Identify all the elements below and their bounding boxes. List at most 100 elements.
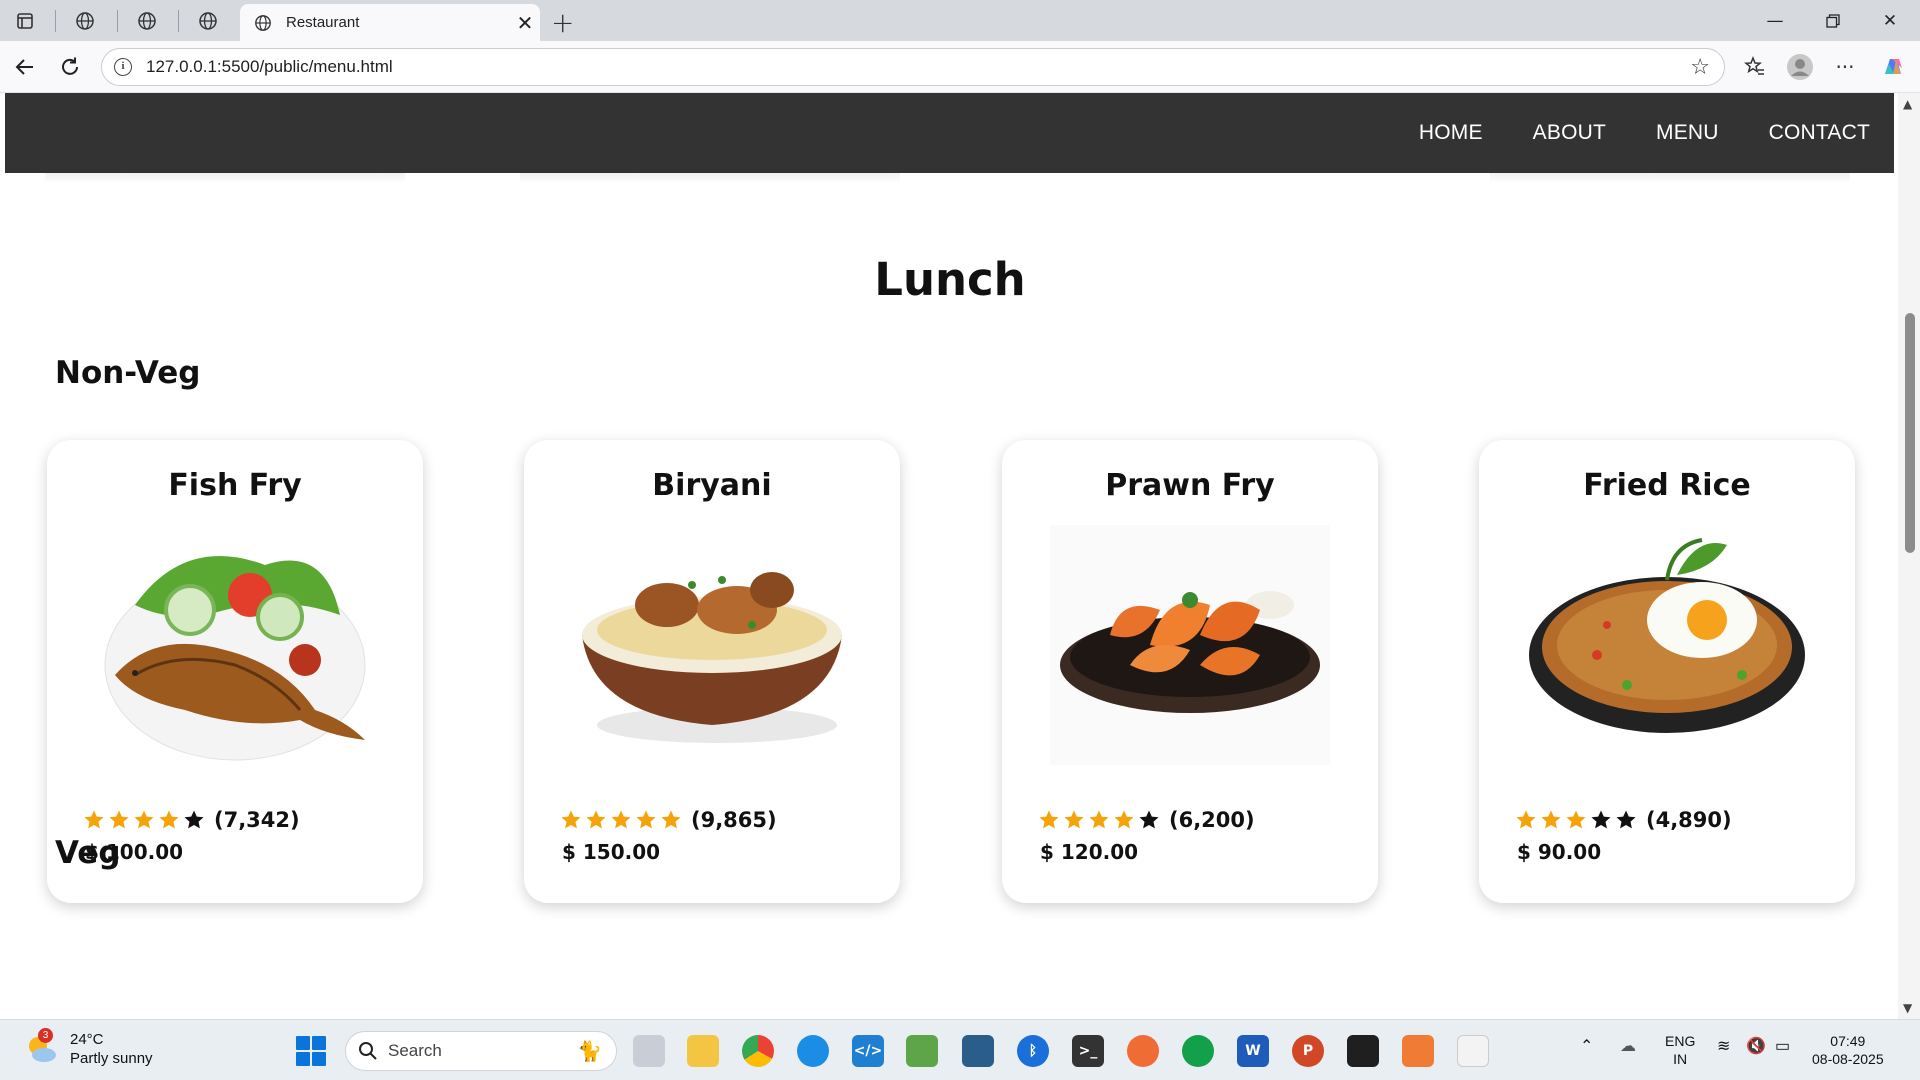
battery-icon[interactable]: ▭ bbox=[1775, 1038, 1790, 1056]
star-filled-icon bbox=[134, 810, 154, 829]
review-count: (7,342) bbox=[214, 808, 300, 832]
copilot-icon[interactable] bbox=[1878, 52, 1908, 82]
price: $ 120.00 bbox=[1040, 840, 1139, 864]
rating-row: (7,342) bbox=[83, 808, 300, 832]
prawn-fry-image bbox=[1050, 525, 1330, 765]
windows-start-icon[interactable] bbox=[296, 1036, 326, 1066]
mongodb-compass-icon[interactable] bbox=[1182, 1035, 1214, 1067]
partly-sunny-icon: 3 bbox=[24, 1028, 58, 1066]
profile-avatar-icon[interactable] bbox=[1785, 52, 1815, 82]
region-code: IN bbox=[1673, 1051, 1688, 1067]
file-explorer-icon[interactable] bbox=[687, 1035, 719, 1067]
clock[interactable]: 07:49 08-08-2025 bbox=[1812, 1032, 1884, 1068]
xampp-icon[interactable] bbox=[1402, 1035, 1434, 1067]
more-options-icon[interactable]: ··· bbox=[1830, 52, 1860, 82]
bluetooth-icon[interactable]: ᛒ bbox=[1017, 1035, 1049, 1067]
reload-icon[interactable] bbox=[55, 52, 85, 82]
star-rating bbox=[1515, 809, 1640, 831]
image-editor-icon[interactable] bbox=[906, 1035, 938, 1067]
favorite-star-icon[interactable]: ☆ bbox=[1690, 55, 1710, 80]
new-tab-button[interactable]: + bbox=[551, 6, 574, 39]
review-count: (6,200) bbox=[1169, 808, 1255, 832]
chevron-up-icon[interactable]: ⌃ bbox=[1580, 1038, 1593, 1056]
search-icon bbox=[359, 1042, 377, 1060]
nav-contact-link[interactable]: CONTACT bbox=[1769, 121, 1870, 145]
menu-card[interactable]: Biryani (9,865) $ 150.00 bbox=[524, 440, 900, 903]
star-empty-icon bbox=[184, 810, 204, 829]
postman-icon[interactable] bbox=[1127, 1035, 1159, 1067]
close-tab-icon[interactable]: ✕ bbox=[510, 11, 540, 35]
taskbar-search[interactable]: Search 🐈 bbox=[345, 1031, 617, 1071]
nav-menu-link[interactable]: MENU bbox=[1656, 121, 1719, 145]
price: $ 90.00 bbox=[1517, 840, 1602, 864]
back-arrow-icon[interactable] bbox=[10, 52, 40, 82]
page-scrollbar[interactable]: ▲ ▼ bbox=[1898, 93, 1920, 1019]
star-empty-icon bbox=[1139, 810, 1159, 829]
restore-icon[interactable] bbox=[1805, 6, 1861, 36]
pinned-tab-globe-icon[interactable] bbox=[134, 8, 160, 34]
star-filled-icon bbox=[586, 810, 606, 829]
globe-icon bbox=[255, 14, 271, 31]
star-filled-icon bbox=[611, 810, 631, 829]
edge-icon[interactable] bbox=[797, 1035, 829, 1067]
star-rating bbox=[560, 809, 685, 831]
nav-home-link[interactable]: HOME bbox=[1419, 121, 1483, 145]
wifi-icon[interactable]: ≋ bbox=[1717, 1038, 1730, 1056]
word-icon[interactable]: W bbox=[1237, 1035, 1269, 1067]
mysql-workbench-icon[interactable] bbox=[962, 1035, 994, 1067]
powerpoint-icon[interactable]: P bbox=[1292, 1035, 1324, 1067]
url-text[interactable]: 127.0.0.1:5500/public/menu.html bbox=[146, 57, 1690, 77]
biryani-image bbox=[582, 572, 842, 743]
task-view-icon[interactable] bbox=[633, 1035, 665, 1067]
tab-title: Restaurant bbox=[286, 14, 360, 31]
scrollbar-thumb[interactable] bbox=[1905, 313, 1915, 553]
active-tab[interactable]: Restaurant ✕ bbox=[240, 4, 540, 41]
star-filled-icon bbox=[1114, 810, 1134, 829]
star-filled-icon bbox=[1516, 810, 1536, 829]
favorites-icon[interactable] bbox=[1740, 52, 1770, 82]
site-navbar: HOME ABOUT MENU CONTACT bbox=[5, 93, 1894, 173]
star-rating bbox=[83, 809, 208, 831]
rating-row: (9,865) bbox=[560, 808, 777, 832]
menu-card[interactable]: Fish Fry (7,342) $ 100.00 bbox=[47, 440, 423, 903]
dish-name: Fried Rice bbox=[1583, 468, 1751, 503]
rating-row: (4,890) bbox=[1515, 808, 1732, 832]
minimize-icon[interactable]: — bbox=[1747, 6, 1803, 36]
star-rating bbox=[1038, 809, 1163, 831]
weather-widget[interactable]: 3 24°C Partly sunny bbox=[24, 1028, 153, 1068]
star-filled-icon bbox=[84, 810, 104, 829]
category-title-nonveg: Non-Veg bbox=[55, 355, 201, 391]
scroll-down-icon[interactable]: ▼ bbox=[1903, 1001, 1912, 1015]
site-info-icon[interactable]: i bbox=[114, 58, 132, 76]
close-window-icon[interactable]: ✕ bbox=[1862, 6, 1918, 36]
star-filled-icon bbox=[1039, 810, 1059, 829]
taskbar: 3 24°C Partly sunny Search 🐈 </> ᛒ >_ W … bbox=[0, 1019, 1920, 1080]
menu-card[interactable]: Prawn Fry (6,200) $ 120.00 bbox=[1002, 440, 1378, 903]
weather-badge: 3 bbox=[38, 1028, 53, 1043]
vscode-icon[interactable]: </> bbox=[852, 1035, 884, 1067]
command-prompt-icon[interactable] bbox=[1347, 1035, 1379, 1067]
microsoft-store-icon[interactable] bbox=[1457, 1035, 1489, 1067]
tab-actions-icon[interactable] bbox=[12, 8, 38, 34]
pinned-tab-globe-icon[interactable] bbox=[72, 8, 98, 34]
onedrive-icon[interactable]: ☁ bbox=[1620, 1038, 1636, 1056]
search-placeholder: Search bbox=[388, 1041, 442, 1060]
price: $ 150.00 bbox=[562, 840, 661, 864]
category-title-veg: Veg bbox=[55, 835, 121, 871]
language-indicator[interactable]: ENG IN bbox=[1665, 1032, 1695, 1068]
volume-muted-icon[interactable]: 🔇 bbox=[1746, 1038, 1766, 1056]
fried-rice-image bbox=[1529, 538, 1805, 733]
star-filled-icon bbox=[561, 810, 581, 829]
browser-tab-strip: Restaurant ✕ + — ✕ bbox=[0, 0, 1920, 41]
nav-about-link[interactable]: ABOUT bbox=[1533, 121, 1606, 145]
star-filled-icon bbox=[636, 810, 656, 829]
chrome-icon[interactable] bbox=[742, 1035, 774, 1067]
menu-card[interactable]: Fried Rice (4,890) $ 90.00 bbox=[1479, 440, 1855, 903]
scroll-up-icon[interactable]: ▲ bbox=[1903, 97, 1912, 111]
pinned-tab-globe-icon[interactable] bbox=[195, 8, 221, 34]
url-bar[interactable]: i 127.0.0.1:5500/public/menu.html ☆ bbox=[101, 48, 1725, 86]
date: 08-08-2025 bbox=[1812, 1051, 1884, 1067]
time: 07:49 bbox=[1830, 1033, 1866, 1049]
language-code: ENG bbox=[1665, 1033, 1696, 1049]
terminal-icon[interactable]: >_ bbox=[1072, 1035, 1104, 1067]
